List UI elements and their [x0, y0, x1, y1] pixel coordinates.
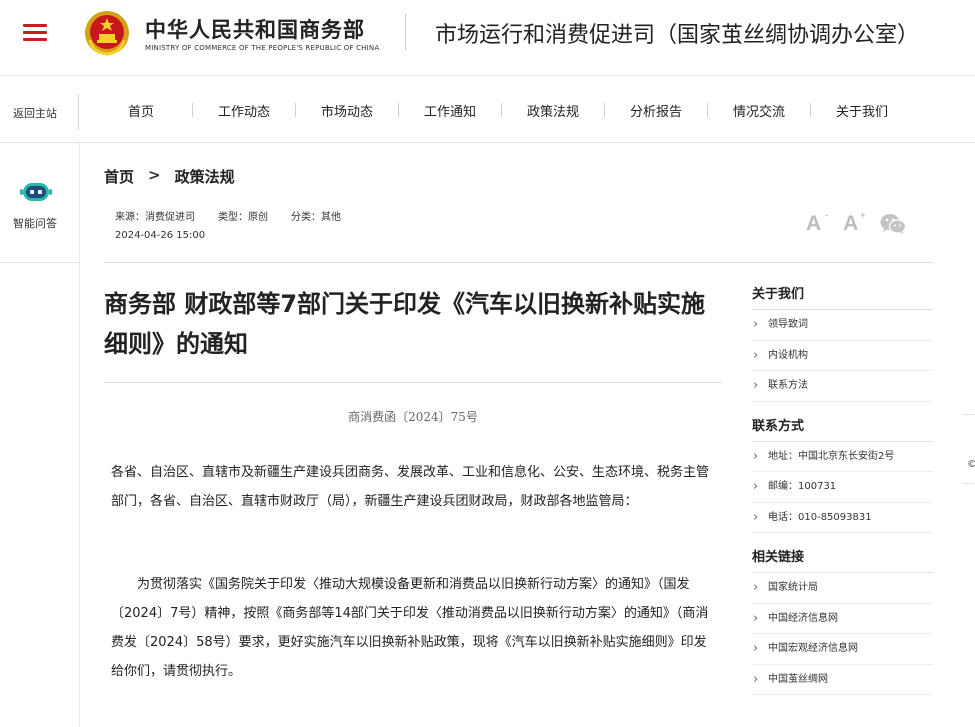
nav-items: 首页 工作动态 市场动态 工作通知 政策法规 分析报告 情况交流 关于我们: [90, 77, 913, 143]
national-emblem-icon[interactable]: [84, 10, 130, 56]
hamburger-menu-icon[interactable]: [23, 24, 47, 42]
contact-address: 地址：中国北京东长安街2号: [752, 442, 933, 472]
font-increase-button[interactable]: A +: [843, 210, 865, 236]
meta-date: 2024-04-26 15:00: [115, 230, 206, 241]
ministry-name[interactable]: 中华人民共和国商务部: [145, 14, 365, 44]
breadcrumb-current-link[interactable]: 政策法规: [175, 166, 235, 187]
breadcrumb: 首页 > 政策法规: [104, 166, 235, 187]
meta-category: 分类：其他: [291, 212, 341, 223]
header-divider: [405, 14, 406, 50]
link-china-macro-economic-info[interactable]: 中国宏观经济信息网: [752, 634, 933, 665]
sidebar-item-leader-speech[interactable]: 领导致词: [752, 310, 933, 341]
document-number: 商消费函〔2024〕75号: [348, 410, 478, 424]
article-paragraph-addressees: 各省、自治区、直辖市及新疆生产建设兵团商务、发展改革、工业和信息化、公安、生态环…: [111, 465, 710, 509]
right-edge-tool[interactable]: ©: [962, 414, 975, 484]
sidebar-contact-list: 地址：中国北京东长安街2号 邮编：100731 电话：010-85093831: [752, 442, 933, 533]
sidebar-item-departments[interactable]: 内设机构: [752, 341, 933, 371]
robot-chat-icon: [20, 183, 52, 201]
smart-qa-widget[interactable]: 智能问答: [0, 143, 80, 263]
nav-item-market-news[interactable]: 市场动态: [296, 101, 398, 120]
nav-item-policies[interactable]: 政策法规: [502, 101, 604, 120]
article-meta: 来源：消费促进司 类型：原创 分类：其他: [115, 208, 364, 223]
font-increase-letter: A: [843, 212, 859, 235]
contact-postcode: 邮编：100731: [752, 472, 933, 503]
nav-item-exchanges[interactable]: 情况交流: [708, 101, 810, 120]
nav-item-work-notices[interactable]: 工作通知: [399, 101, 501, 120]
header-divider-line: [104, 262, 933, 263]
font-decrease-letter: A: [806, 212, 822, 235]
article-paragraph-body: 为贯彻落实《国务院关于印发〈推动大规模设备更新和消费品以旧换新行动方案〉的通知》…: [111, 577, 709, 679]
sidebar-contact-block: 联系方式 地址：中国北京东长安街2号 邮编：100731 电话：010-8509…: [752, 412, 933, 533]
article-tools: A- A +: [806, 210, 907, 236]
nav-item-home[interactable]: 首页: [90, 101, 192, 120]
nav-divider: [78, 94, 79, 130]
font-increase-sign: +: [860, 210, 866, 220]
ministry-name-english: MINISTRY OF COMMERCE OF THE PEOPLE'S REP…: [145, 44, 380, 52]
breadcrumb-separator: >: [148, 166, 161, 184]
link-national-statistics[interactable]: 国家统计局: [752, 573, 933, 604]
font-decrease-sign: -: [825, 210, 829, 220]
meta-source: 来源：消费促进司: [115, 212, 195, 223]
right-edge-glyph: ©: [967, 459, 975, 470]
site-header: 中华人民共和国商务部 MINISTRY OF COMMERCE OF THE P…: [0, 0, 975, 76]
smart-qa-label: 智能问答: [13, 217, 57, 230]
nav-item-about-us[interactable]: 关于我们: [811, 101, 913, 120]
sidebar-about-list: 领导致词 内设机构 联系方法: [752, 310, 933, 402]
sidebar-contact-heading: 联系方式: [752, 412, 933, 442]
sidebar-item-contact-method[interactable]: 联系方法: [752, 371, 933, 402]
nav-item-analysis-reports[interactable]: 分析报告: [605, 101, 707, 120]
contact-phone: 电话：010-85093831: [752, 503, 933, 533]
sidebar-links-list: 国家统计局 中国经济信息网 中国宏观经济信息网 中国茧丝绸网: [752, 573, 933, 695]
sidebar-links-heading: 相关链接: [752, 543, 933, 573]
link-china-economic-info[interactable]: 中国经济信息网: [752, 604, 933, 634]
wechat-icon[interactable]: [880, 213, 907, 235]
font-decrease-button[interactable]: A-: [806, 210, 828, 236]
nav-item-work-news[interactable]: 工作动态: [193, 101, 295, 120]
sidebar: 关于我们 领导致词 内设机构 联系方法 联系方式 地址：中国北京东长安街2号 邮…: [752, 280, 933, 695]
left-rail: 智能问答: [0, 143, 80, 727]
article-title: 商务部 财政部等7部门关于印发《汽车以旧换新补贴实施细则》的通知: [104, 290, 706, 358]
sidebar-about-block: 关于我们 领导致词 内设机构 联系方法: [752, 280, 933, 402]
sidebar-links-block: 相关链接 国家统计局 中国经济信息网 中国宏观经济信息网 中国茧丝绸网: [752, 543, 933, 695]
link-china-silk[interactable]: 中国茧丝绸网: [752, 665, 933, 695]
back-to-main-site-link[interactable]: 返回主站: [13, 105, 57, 121]
breadcrumb-home-link[interactable]: 首页: [104, 166, 134, 187]
main-nav: 返回主站 首页 工作动态 市场动态 工作通知 政策法规 分析报告 情况交流 关于…: [0, 77, 975, 143]
meta-type: 类型：原创: [218, 212, 268, 223]
sidebar-about-heading: 关于我们: [752, 280, 933, 310]
department-title: 市场运行和消费促进司（国家茧丝绸协调办公室）: [435, 23, 920, 48]
title-divider-line: [104, 382, 722, 383]
